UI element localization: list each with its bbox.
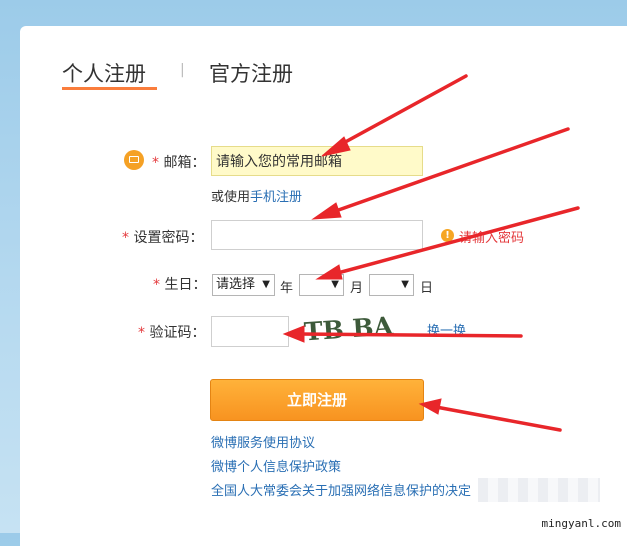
year-unit: 年: [280, 281, 294, 296]
blurred-region: [478, 478, 600, 502]
month-select[interactable]: ▼: [299, 274, 344, 296]
password-label-text: 设置密码：: [133, 230, 204, 246]
site-watermark: mingyanl.com: [541, 517, 621, 530]
active-tab-underline: [62, 87, 157, 90]
privacy-policy-link[interactable]: 微博个人信息保护政策: [211, 456, 341, 475]
refresh-captcha-link[interactable]: 换一换: [427, 320, 466, 339]
captcha-label-text: 验证码：: [149, 325, 206, 341]
password-hint: 请输入密码: [459, 231, 525, 246]
birthday-label-text: 生日：: [164, 277, 207, 293]
day-select[interactable]: ▼: [369, 274, 414, 296]
warning-icon: !: [441, 229, 454, 242]
month-unit: 月: [350, 281, 364, 296]
year-select[interactable]: 请选择 ▼: [212, 274, 275, 296]
required-mark: *: [122, 230, 129, 246]
network-protection-link[interactable]: 全国人大常委会关于加强网络信息保护的决定: [211, 480, 471, 499]
required-mark: *: [153, 277, 160, 293]
captcha-text: TB BA: [303, 311, 394, 346]
required-mark: *: [138, 325, 145, 341]
chevron-down-icon: ▼: [401, 279, 409, 290]
year-select-value: 请选择: [216, 277, 256, 292]
tab-personal-registration[interactable]: 个人注册: [62, 58, 146, 88]
phone-register-link[interactable]: 手机注册: [250, 190, 302, 205]
email-label: * 邮箱：: [152, 152, 205, 172]
birthday-label: * 生日：: [153, 274, 206, 294]
password-label: * 设置密码：: [122, 227, 203, 247]
tab-official-registration[interactable]: 官方注册: [209, 58, 293, 88]
phone-register-line: 或使用手机注册: [211, 186, 302, 205]
service-agreement-link[interactable]: 微博服务使用协议: [211, 432, 315, 451]
captcha-label: * 验证码：: [138, 322, 205, 342]
captcha-field[interactable]: [211, 316, 289, 347]
required-mark: *: [152, 155, 159, 171]
email-field[interactable]: [211, 146, 423, 176]
password-field[interactable]: [211, 220, 423, 250]
tab-separator: |: [180, 62, 185, 78]
captcha-image[interactable]: TB BA: [300, 309, 410, 349]
register-button[interactable]: 立即注册: [210, 379, 424, 421]
alt-prefix: 或使用: [211, 190, 251, 205]
email-label-text: 邮箱：: [163, 155, 206, 171]
chevron-down-icon: ▼: [331, 279, 339, 290]
chevron-down-icon: ▼: [262, 279, 270, 290]
email-icon: [124, 150, 144, 170]
day-unit: 日: [420, 281, 434, 296]
